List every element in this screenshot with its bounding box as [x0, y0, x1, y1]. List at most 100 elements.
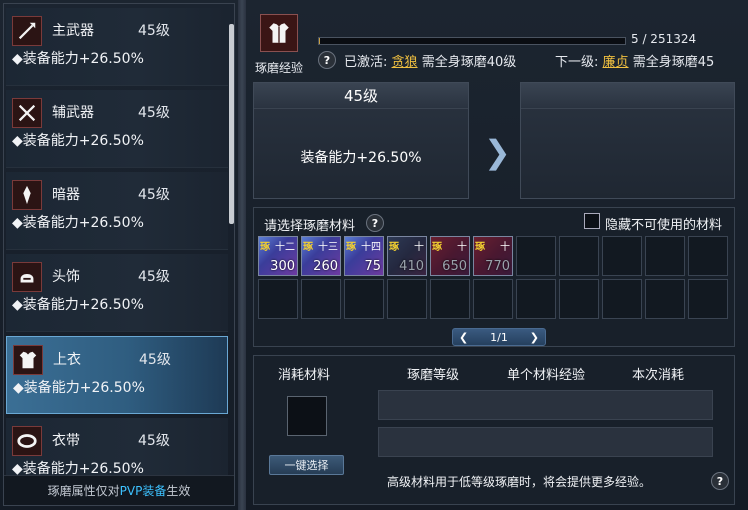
slot-name: 头饰: [52, 269, 80, 285]
empty-material-slot[interactable]: [258, 279, 298, 319]
empty-material-slot[interactable]: [344, 279, 384, 319]
empty-material-slot[interactable]: [688, 236, 728, 276]
material-tag: 琢: [260, 242, 270, 253]
empty-material-slot[interactable]: [516, 279, 556, 319]
helmet-icon: [12, 262, 42, 292]
slot-level: 45级: [138, 23, 170, 39]
material-count: 770: [485, 259, 510, 274]
slot-level: 45级: [138, 433, 170, 449]
slot-attr: ◆装备能力+26.50%: [12, 215, 144, 231]
material-tag: 琢: [389, 242, 399, 253]
equipment-slot[interactable]: 主武器 45级 ◆装备能力+26.50%: [6, 8, 228, 86]
material-tag: 琢: [303, 242, 313, 253]
list-scrollbar[interactable]: [229, 24, 234, 224]
empty-material-slot[interactable]: [645, 236, 685, 276]
activated-info: 已激活: 贪狼 需全身琢磨40级: [344, 55, 517, 70]
slot-name: 上衣: [53, 352, 81, 368]
slot-name: 主武器: [52, 23, 94, 39]
material-title: 请选择琢磨材料: [264, 219, 356, 234]
polish-exp-label: 琢磨经验: [255, 61, 304, 75]
material-count: 260: [313, 259, 338, 274]
help-icon[interactable]: ?: [318, 51, 336, 69]
consume-note: 高级材料用于低等级琢磨时，将会提供更多经验。: [387, 475, 652, 489]
auto-select-button[interactable]: 一键选择: [269, 455, 344, 475]
material-item[interactable]: 琢 十 650: [430, 236, 470, 276]
material-item[interactable]: 琢十四 75: [344, 236, 384, 276]
next-level-info: 下一级: 廉贞 需全身琢磨45: [555, 55, 715, 70]
consume-material-slot[interactable]: [287, 396, 327, 436]
empty-material-slot[interactable]: [559, 279, 599, 319]
hide-unusable-label: 隐藏不可使用的材料: [605, 218, 723, 233]
slot-attr: ◆装备能力+26.50%: [12, 133, 144, 149]
slot-name: 暗器: [52, 187, 80, 203]
polish-level-header: 琢磨等级: [407, 368, 460, 383]
pvp-note: 琢磨属性仅对 PVP装备 生效: [4, 475, 234, 505]
material-panel: 请选择琢磨材料 ? 隐藏不可使用的材料 琢十二 300 琢十三 260 琢十四 75 琢十 4…: [253, 207, 735, 347]
spear-icon: [12, 16, 42, 46]
slot-level: 45级: [138, 105, 170, 121]
current-level: 45级: [254, 83, 468, 109]
dart-icon: [12, 180, 42, 210]
consume-row: [378, 390, 713, 420]
exp-progress-text: 5 / 251324: [631, 32, 697, 46]
material-count: 410: [399, 259, 424, 274]
slot-name: 辅武器: [52, 105, 94, 121]
material-rank: 十: [457, 242, 467, 253]
equipment-slot[interactable]: 头饰 45级 ◆装备能力+26.50%: [6, 254, 228, 332]
consume-row: [378, 427, 713, 457]
current-level-box: 45级 装备能力+26.50%: [253, 82, 469, 199]
material-rank: 十三: [318, 242, 338, 253]
material-tag: 琢: [346, 242, 356, 253]
material-pager: ❮ 1/1 ❯: [452, 328, 546, 346]
empty-material-slot[interactable]: [688, 279, 728, 319]
equipment-slot[interactable]: 暗器 45级 ◆装备能力+26.50%: [6, 172, 228, 250]
activated-set-link[interactable]: 贪狼: [392, 55, 418, 70]
equipment-slot[interactable]: 上衣 45级 ◆装备能力+26.50%: [6, 336, 228, 414]
equipment-slot[interactable]: 辅武器 45级 ◆装备能力+26.50%: [6, 90, 228, 168]
material-item[interactable]: 琢十三 260: [301, 236, 341, 276]
slot-attr: ◆装备能力+26.50%: [12, 51, 144, 67]
next-set-link[interactable]: 廉贞: [603, 55, 629, 70]
material-count: 300: [270, 259, 295, 274]
help-icon[interactable]: ?: [711, 472, 729, 490]
empty-material-slot[interactable]: [430, 279, 470, 319]
material-count: 75: [364, 259, 381, 274]
material-tag: 琢: [475, 242, 485, 253]
material-tag: 琢: [432, 242, 442, 253]
chevron-right-icon: ❯: [484, 133, 511, 171]
consume-panel: 消耗材料 琢磨等级 单个材料经验 本次消耗 一键选择 高级材料用于低等级琢磨时，…: [253, 355, 735, 505]
armor-icon: [13, 345, 43, 375]
slot-name: 衣带: [52, 433, 80, 449]
material-item[interactable]: 琢 十 410: [387, 236, 427, 276]
single-exp-header: 单个材料经验: [507, 368, 586, 383]
material-item[interactable]: 琢十二 300: [258, 236, 298, 276]
empty-material-slot[interactable]: [559, 236, 599, 276]
exp-progress-fill: [319, 38, 320, 44]
page-indicator: 1/1: [490, 330, 508, 344]
empty-material-slot[interactable]: [516, 236, 556, 276]
crossed-swords-icon: [12, 98, 42, 128]
consume-material-header: 消耗材料: [278, 368, 331, 383]
prev-page-icon[interactable]: ❮: [459, 331, 468, 344]
empty-material-slot[interactable]: [473, 279, 513, 319]
material-item[interactable]: 琢 十 770: [473, 236, 513, 276]
empty-material-slot[interactable]: [387, 279, 427, 319]
slot-attr: ◆装备能力+26.50%: [13, 380, 145, 396]
empty-material-slot[interactable]: [645, 279, 685, 319]
material-rank: 十二: [275, 242, 295, 253]
empty-material-slot[interactable]: [301, 279, 341, 319]
panel-divider: [238, 0, 246, 510]
next-page-icon[interactable]: ❯: [530, 331, 539, 344]
equipment-list: 主武器 45级 ◆装备能力+26.50% 辅武器 45级 ◆装备能力+26.50…: [3, 3, 235, 506]
material-rank: 十四: [361, 242, 381, 253]
empty-material-slot[interactable]: [602, 236, 642, 276]
slot-attr: ◆装备能力+26.50%: [12, 297, 144, 313]
material-rank: 十: [414, 242, 424, 253]
belt-icon: [12, 426, 42, 456]
help-icon[interactable]: ?: [366, 214, 384, 232]
slot-level: 45级: [138, 269, 170, 285]
next-level-box: [520, 82, 735, 199]
armor-icon: [260, 14, 298, 52]
hide-unusable-checkbox[interactable]: [584, 213, 600, 229]
empty-material-slot[interactable]: [602, 279, 642, 319]
